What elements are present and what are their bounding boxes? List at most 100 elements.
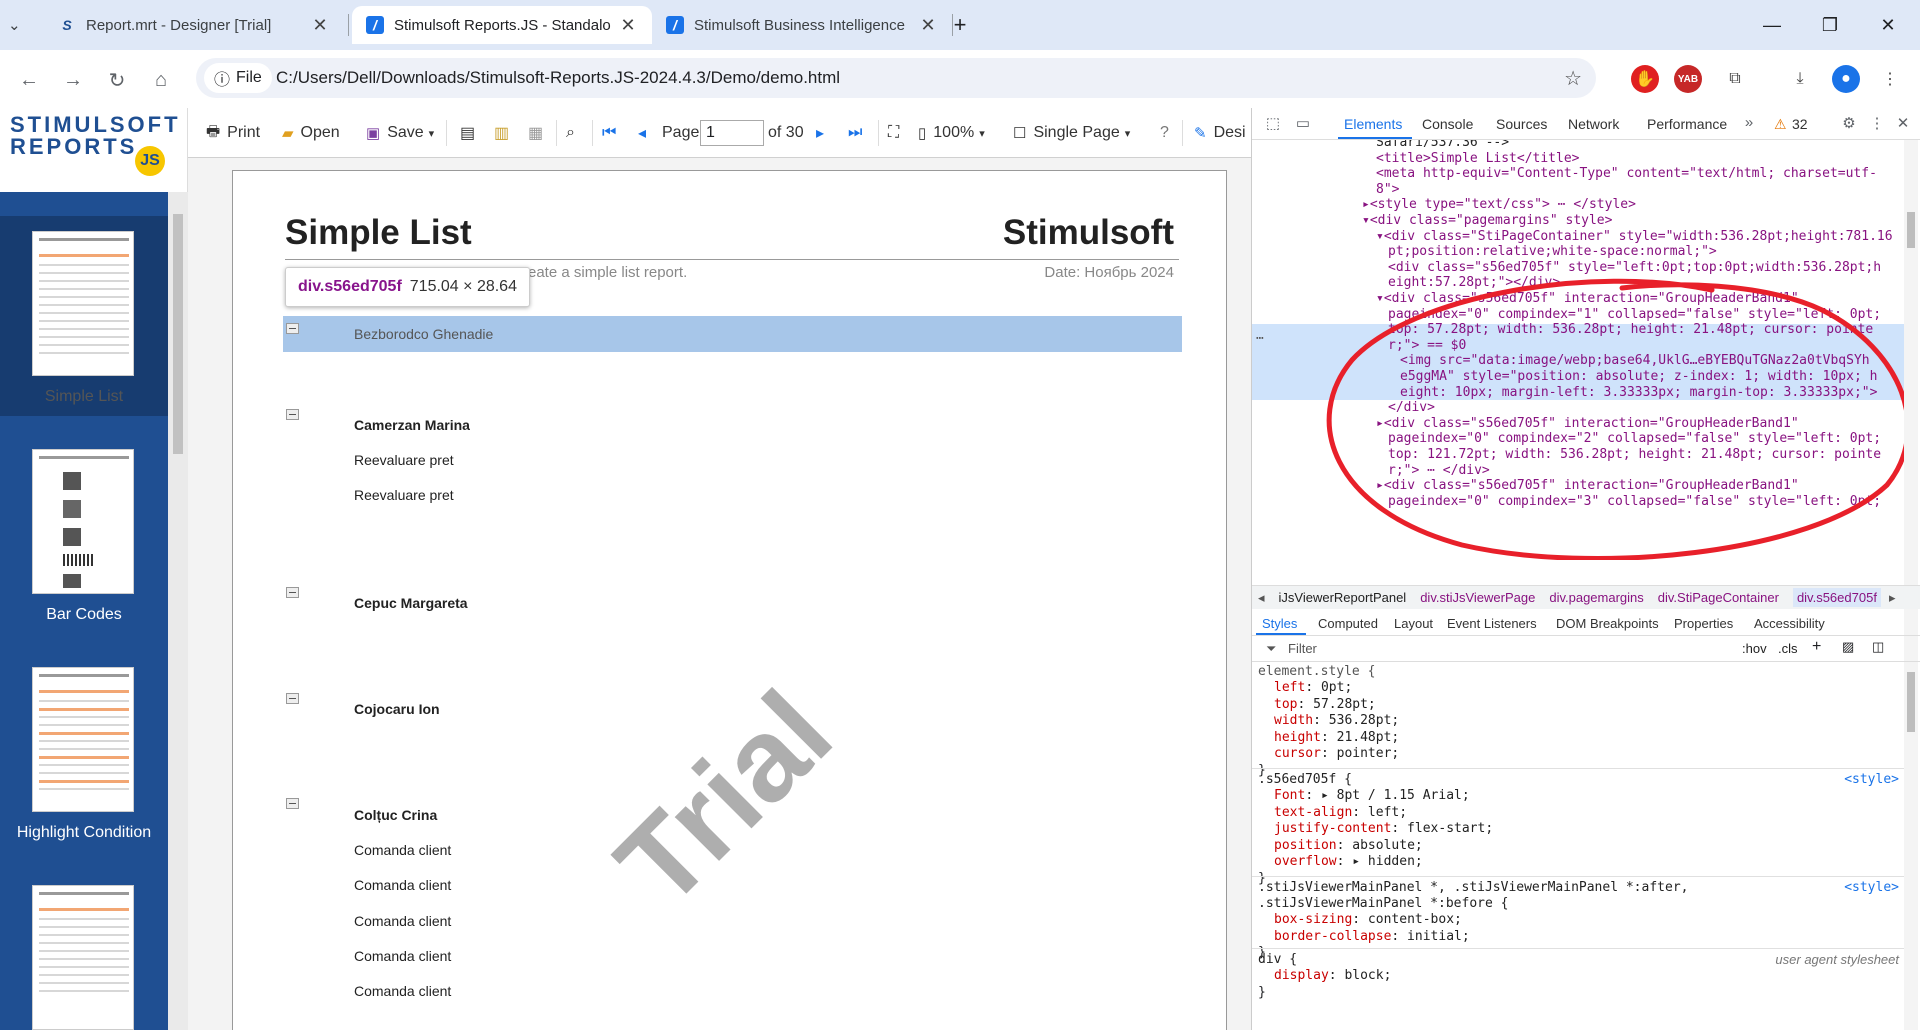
css-property[interactable]: overflow: ▸ hidden; bbox=[1274, 854, 1423, 871]
css-property[interactable]: cursor: pointer; bbox=[1274, 746, 1399, 763]
thumbnail-simple-list[interactable]: Simple List bbox=[0, 216, 168, 416]
thumbnail-highlight-condition[interactable]: Highlight Condition bbox=[0, 652, 168, 852]
css-property[interactable]: display: block; bbox=[1274, 968, 1391, 985]
breadcrumb-item[interactable]: div.stiJsViewerPage bbox=[1420, 590, 1535, 605]
kebab-menu-icon[interactable]: ⋮ bbox=[1876, 65, 1904, 93]
warning-icon[interactable]: ⚠ bbox=[1774, 116, 1787, 133]
styles-scrollbar[interactable] bbox=[1904, 662, 1918, 1030]
next-page-icon[interactable]: ▸ bbox=[816, 120, 824, 146]
save-button[interactable]: ▣ Save ▾ bbox=[366, 120, 434, 146]
resources-icon[interactable]: ▦ bbox=[528, 120, 543, 146]
zoom-button[interactable]: ▯ 100% ▾ bbox=[918, 120, 985, 146]
tab-performance[interactable]: Performance bbox=[1647, 116, 1727, 132]
collapse-icon[interactable] bbox=[286, 323, 299, 334]
collapse-icon[interactable] bbox=[286, 587, 299, 598]
previous-page-icon[interactable]: ◂ bbox=[638, 120, 646, 146]
css-property[interactable]: text-align: left; bbox=[1274, 805, 1407, 822]
page-number-input[interactable]: 1 bbox=[700, 120, 764, 146]
first-page-icon[interactable]: ⏮ bbox=[602, 120, 616, 146]
back-arrow-icon[interactable]: ← bbox=[14, 65, 44, 95]
tab-network[interactable]: Network bbox=[1568, 116, 1619, 132]
profile-avatar-icon[interactable]: ● bbox=[1832, 65, 1860, 93]
tab-dom-breakpoints[interactable]: DOM Breakpoints bbox=[1556, 616, 1659, 631]
close-icon[interactable]: ✕ bbox=[1892, 114, 1914, 134]
tab-sources[interactable]: Sources bbox=[1496, 116, 1547, 132]
site-info-chip[interactable]: ⓘ File bbox=[204, 63, 272, 93]
css-property[interactable]: justify-content: flex-start; bbox=[1274, 821, 1493, 838]
forward-arrow-icon[interactable]: → bbox=[58, 65, 88, 95]
dom-line[interactable]: eight: 10px; margin-left: 3.33333px; mar… bbox=[1400, 384, 1877, 403]
breadcrumb-item[interactable]: div.s56ed705f bbox=[1792, 588, 1881, 607]
view-mode-button[interactable]: ☐ Single Page ▾ bbox=[1013, 120, 1130, 146]
device-toolbar-icon[interactable]: ▭ bbox=[1292, 114, 1314, 134]
add-rule-icon[interactable]: + bbox=[1812, 638, 1821, 656]
find-icon[interactable]: ⌕ bbox=[566, 120, 575, 146]
print-button[interactable]: 🖶 Print bbox=[206, 120, 260, 146]
dom-line[interactable]: pageindex="0" compindex="3" collapsed="f… bbox=[1388, 493, 1881, 512]
last-page-icon[interactable]: ⏭ bbox=[848, 120, 862, 146]
collapse-icon[interactable] bbox=[286, 798, 299, 809]
chevron-right-icon[interactable]: ▸ bbox=[1889, 590, 1896, 606]
tab-report-designer[interactable]: S Report.mrt - Designer [Trial] ✕ bbox=[44, 6, 344, 44]
cls-button[interactable]: .cls bbox=[1778, 641, 1798, 656]
kebab-menu-icon[interactable]: ⋮ bbox=[1866, 114, 1888, 134]
home-icon[interactable]: ⌂ bbox=[146, 65, 176, 95]
css-property[interactable]: box-sizing: content-box; bbox=[1274, 912, 1462, 929]
more-tabs-icon[interactable]: » bbox=[1738, 114, 1760, 134]
tab-styles[interactable]: Styles bbox=[1262, 616, 1297, 631]
tab-elements[interactable]: Elements bbox=[1344, 116, 1402, 132]
tab-business-intelligence[interactable]: / Stimulsoft Business Intelligence ✕ bbox=[652, 6, 952, 44]
breadcrumb-item[interactable]: div.pagemargins bbox=[1549, 590, 1643, 605]
tab-computed[interactable]: Computed bbox=[1318, 616, 1378, 631]
tab-layout[interactable]: Layout bbox=[1394, 616, 1433, 631]
dom-line[interactable]: <meta http-equiv="Content-Type" content=… bbox=[1376, 165, 1877, 184]
close-icon[interactable]: ✕ bbox=[618, 15, 638, 36]
rule-source-link[interactable]: <style> bbox=[1844, 772, 1899, 789]
close-icon[interactable]: ✕ bbox=[310, 15, 330, 36]
collapse-icon[interactable] bbox=[286, 409, 299, 420]
help-button[interactable]: ? bbox=[1160, 120, 1169, 146]
tab-search-button[interactable]: ⌄ bbox=[0, 6, 40, 44]
hov-button[interactable]: :hov bbox=[1742, 641, 1767, 656]
design-button[interactable]: ✎ Desi bbox=[1194, 120, 1246, 146]
filter-input[interactable]: Filter bbox=[1288, 641, 1317, 656]
close-window-button[interactable]: ✕ bbox=[1859, 0, 1917, 50]
tab-accessibility[interactable]: Accessibility bbox=[1754, 616, 1825, 631]
css-property[interactable]: position: absolute; bbox=[1274, 838, 1423, 855]
star-icon[interactable]: ☆ bbox=[1564, 66, 1582, 91]
thumbnail-bar-codes[interactable]: Bar Codes bbox=[0, 434, 168, 634]
collapse-icon[interactable] bbox=[286, 693, 299, 704]
css-property[interactable]: left: 0pt; bbox=[1274, 680, 1352, 697]
css-property[interactable]: Font: ▸ 8pt / 1.15 Arial; bbox=[1274, 788, 1470, 805]
open-button[interactable]: ▰ Open bbox=[282, 120, 340, 146]
restore-button[interactable]: ❐ bbox=[1801, 0, 1859, 50]
css-property[interactable]: top: 57.28pt; bbox=[1274, 697, 1376, 714]
tab-properties[interactable]: Properties bbox=[1674, 616, 1733, 631]
thumbnail-next[interactable] bbox=[0, 870, 168, 1030]
inspect-element-icon[interactable]: ⬚ bbox=[1262, 114, 1284, 134]
adblock-extension-icon[interactable]: ✋ bbox=[1631, 65, 1659, 93]
css-property[interactable]: width: 536.28pt; bbox=[1274, 713, 1399, 730]
css-property[interactable]: border-collapse: initial; bbox=[1274, 929, 1470, 946]
download-icon[interactable]: ⤓ bbox=[1786, 65, 1814, 93]
chevron-left-icon[interactable]: ◂ bbox=[1258, 590, 1265, 606]
sidebar-toggle-icon[interactable]: ◫ bbox=[1872, 639, 1884, 655]
extensions-puzzle-icon[interactable]: ⧉ bbox=[1721, 65, 1749, 93]
url-text[interactable]: C:/Users/Dell/Downloads/Stimulsoft-Repor… bbox=[276, 68, 840, 88]
minimize-button[interactable]: — bbox=[1743, 0, 1801, 50]
yab-extension-icon[interactable]: YAB bbox=[1674, 65, 1702, 93]
tab-reports-js[interactable]: / Stimulsoft Reports.JS - Standalo ✕ bbox=[352, 6, 652, 44]
breadcrumb-item[interactable]: iJsViewerReportPanel bbox=[1279, 590, 1407, 605]
rule-source-link[interactable]: <style> bbox=[1844, 880, 1899, 897]
sidebar-scrollbar[interactable] bbox=[168, 192, 188, 1030]
settings-gear-icon[interactable]: ⚙ bbox=[1838, 114, 1860, 134]
fullscreen-icon[interactable]: ⛶ bbox=[888, 120, 899, 146]
reload-icon[interactable]: ↻ bbox=[102, 65, 132, 95]
bookmarks-icon[interactable]: ▤ bbox=[460, 120, 475, 146]
css-property[interactable]: height: 21.48pt; bbox=[1274, 730, 1399, 747]
parameters-icon[interactable]: ▥ bbox=[494, 120, 509, 146]
new-tab-button[interactable]: + bbox=[930, 0, 990, 50]
breadcrumb-item[interactable]: div.StiPageContainer bbox=[1658, 590, 1779, 605]
tab-event-listeners[interactable]: Event Listeners bbox=[1447, 616, 1537, 631]
tab-console[interactable]: Console bbox=[1422, 116, 1473, 132]
